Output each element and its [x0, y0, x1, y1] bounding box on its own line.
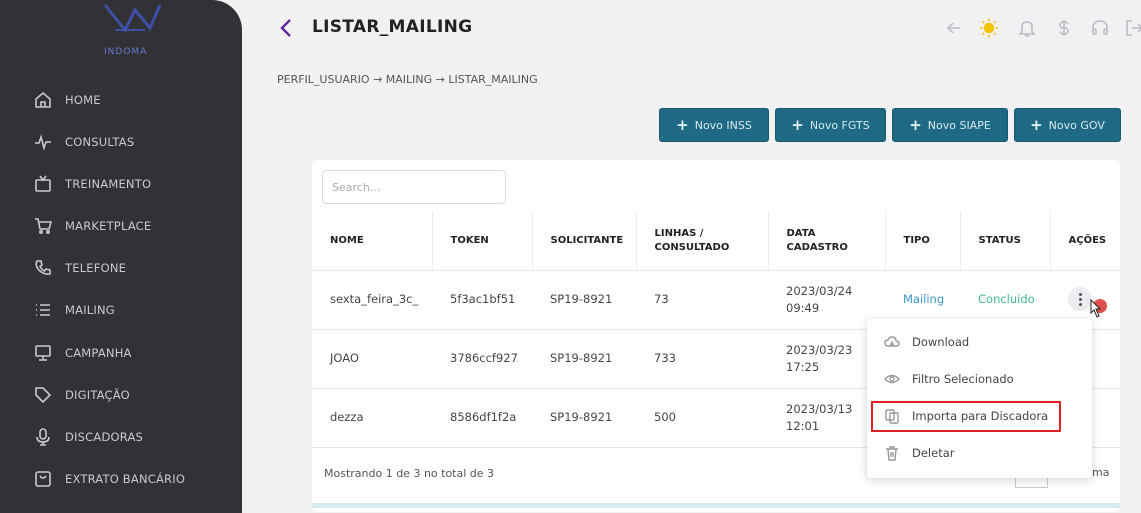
tag-icon	[35, 387, 52, 404]
cell-nome: JOAO	[312, 329, 432, 389]
arrow-left-icon[interactable]	[944, 18, 964, 38]
column-header-token: TOKEN	[432, 212, 533, 271]
hand-cursor-icon	[1090, 298, 1107, 318]
sidebar-item-consultas[interactable]: CONSULTAS	[0, 124, 242, 160]
breadcrumb: PERFIL_USUARIO → MAILING → LISTAR_MAILIN…	[277, 73, 538, 86]
cell-nome: dezza	[312, 388, 432, 448]
cloud-download-icon	[884, 336, 900, 347]
sidebar-item-label: EXTRATO BANCÁRIO	[65, 472, 186, 486]
sidebar-item-label: TELEFONE	[65, 261, 127, 275]
cell-token: 3786ccf927	[432, 329, 532, 389]
headset-icon[interactable]	[1090, 18, 1110, 38]
pager-label: ma	[1092, 466, 1110, 479]
highlight-box	[871, 401, 1061, 432]
column-header-nome: NOME	[312, 212, 433, 271]
sun-icon[interactable]	[979, 18, 999, 38]
cart-icon	[35, 218, 52, 235]
sidebar-item-label: MAILING	[65, 303, 115, 317]
sidebar-item-label: HOME	[65, 93, 101, 107]
cell-token: 8586df1f2a	[432, 388, 532, 448]
novo-gov-button[interactable]: + Novo GOV	[1014, 108, 1121, 142]
column-header-solicitante: SOLICITANTE	[532, 212, 637, 271]
plus-icon: +	[1030, 116, 1043, 134]
sidebar-item-treinamento[interactable]: TREINAMENTO	[0, 166, 242, 202]
bell-icon[interactable]	[1017, 18, 1037, 38]
list-icon	[36, 304, 50, 316]
horizontal-scrollbar[interactable]	[312, 503, 1120, 508]
pagination-summary: Mostrando 1 de 3 no total de 3	[324, 467, 495, 480]
column-header-tipo: TIPO	[885, 212, 961, 271]
sidebar-item-label: CAMPANHA	[65, 346, 132, 360]
cell-solicitante: SP19-8921	[532, 388, 636, 448]
plus-icon: +	[791, 116, 804, 134]
sidebar-item-discadoras[interactable]: DISCADORAS	[0, 419, 242, 455]
cell-token: 5f3ac1bf51	[432, 270, 532, 330]
plus-icon: +	[676, 116, 689, 134]
back-chevron-icon[interactable]	[278, 16, 294, 40]
sidebar-item-label: CONSULTAS	[65, 135, 135, 149]
sidebar-item-label: DISCADORAS	[65, 430, 144, 444]
sidebar: INDOMA HOME CONSULTAS TREINAMENTO MARKET…	[0, 0, 242, 513]
tv-icon	[35, 175, 51, 192]
logo-text: INDOMA	[104, 47, 148, 57]
novo-fgts-button[interactable]: + Novo FGTS	[775, 108, 886, 142]
column-header-linhas: LINHAS / CONSULTADO	[636, 212, 769, 271]
table-header-row: NOME TOKEN SOLICITANTE LINHAS / CONSULTAD…	[312, 212, 1120, 271]
page-title: LISTAR_MAILING	[312, 17, 473, 37]
logout-icon[interactable]	[1124, 18, 1141, 38]
monitor-icon	[35, 345, 51, 361]
cell-linhas: 73	[636, 270, 768, 330]
cell-linhas: 733	[636, 329, 768, 389]
home-icon	[35, 91, 51, 108]
column-header-data: DATA CADASTRO	[768, 212, 886, 271]
cell-linhas: 500	[636, 388, 768, 448]
sidebar-item-marketplace[interactable]: MARKETPLACE	[0, 208, 242, 244]
cell-solicitante: SP19-8921	[532, 329, 636, 389]
phone-icon	[35, 260, 51, 275]
row-actions-menu: Download Filtro Selecionado Importa para…	[867, 319, 1092, 478]
sidebar-item-label: MARKETPLACE	[65, 219, 152, 233]
menu-item-filtro-selecionado[interactable]: Filtro Selecionado	[867, 364, 1092, 394]
column-header-status: STATUS	[960, 212, 1051, 271]
sidebar-item-digitacao[interactable]: DIGITAÇÃO	[0, 377, 242, 413]
eye-icon	[884, 374, 900, 384]
plus-icon: +	[909, 116, 922, 134]
search-input[interactable]	[322, 170, 506, 204]
mic-icon	[36, 428, 50, 446]
novo-inss-button[interactable]: + Novo INSS	[659, 108, 769, 142]
cell-solicitante: SP19-8921	[532, 270, 636, 330]
menu-item-deletar[interactable]: Deletar	[867, 438, 1092, 468]
kebab-icon	[1078, 292, 1082, 307]
sidebar-item-extrato-bancario[interactable]: EXTRATO BANCÁRIO	[0, 461, 242, 497]
sidebar-item-telefone[interactable]: TELEFONE	[0, 250, 242, 286]
pulse-icon	[35, 134, 51, 151]
sidebar-item-campanha[interactable]: CAMPANHA	[0, 335, 242, 371]
column-header-acoes: AÇÕES	[1050, 212, 1120, 271]
trash-icon	[886, 446, 898, 461]
sidebar-item-label: TREINAMENTO	[65, 177, 152, 191]
menu-item-download[interactable]: Download	[867, 327, 1092, 357]
cell-nome: sexta_feira_3c_	[312, 270, 432, 330]
sidebar-item-home[interactable]: HOME	[0, 82, 242, 118]
receipt-icon	[35, 471, 51, 487]
novo-siape-button[interactable]: + Novo SIAPE	[892, 108, 1008, 142]
sidebar-item-label: DIGITAÇÃO	[65, 388, 130, 402]
dollar-icon[interactable]	[1054, 18, 1074, 38]
sidebar-item-mailing[interactable]: MAILING	[0, 292, 242, 328]
